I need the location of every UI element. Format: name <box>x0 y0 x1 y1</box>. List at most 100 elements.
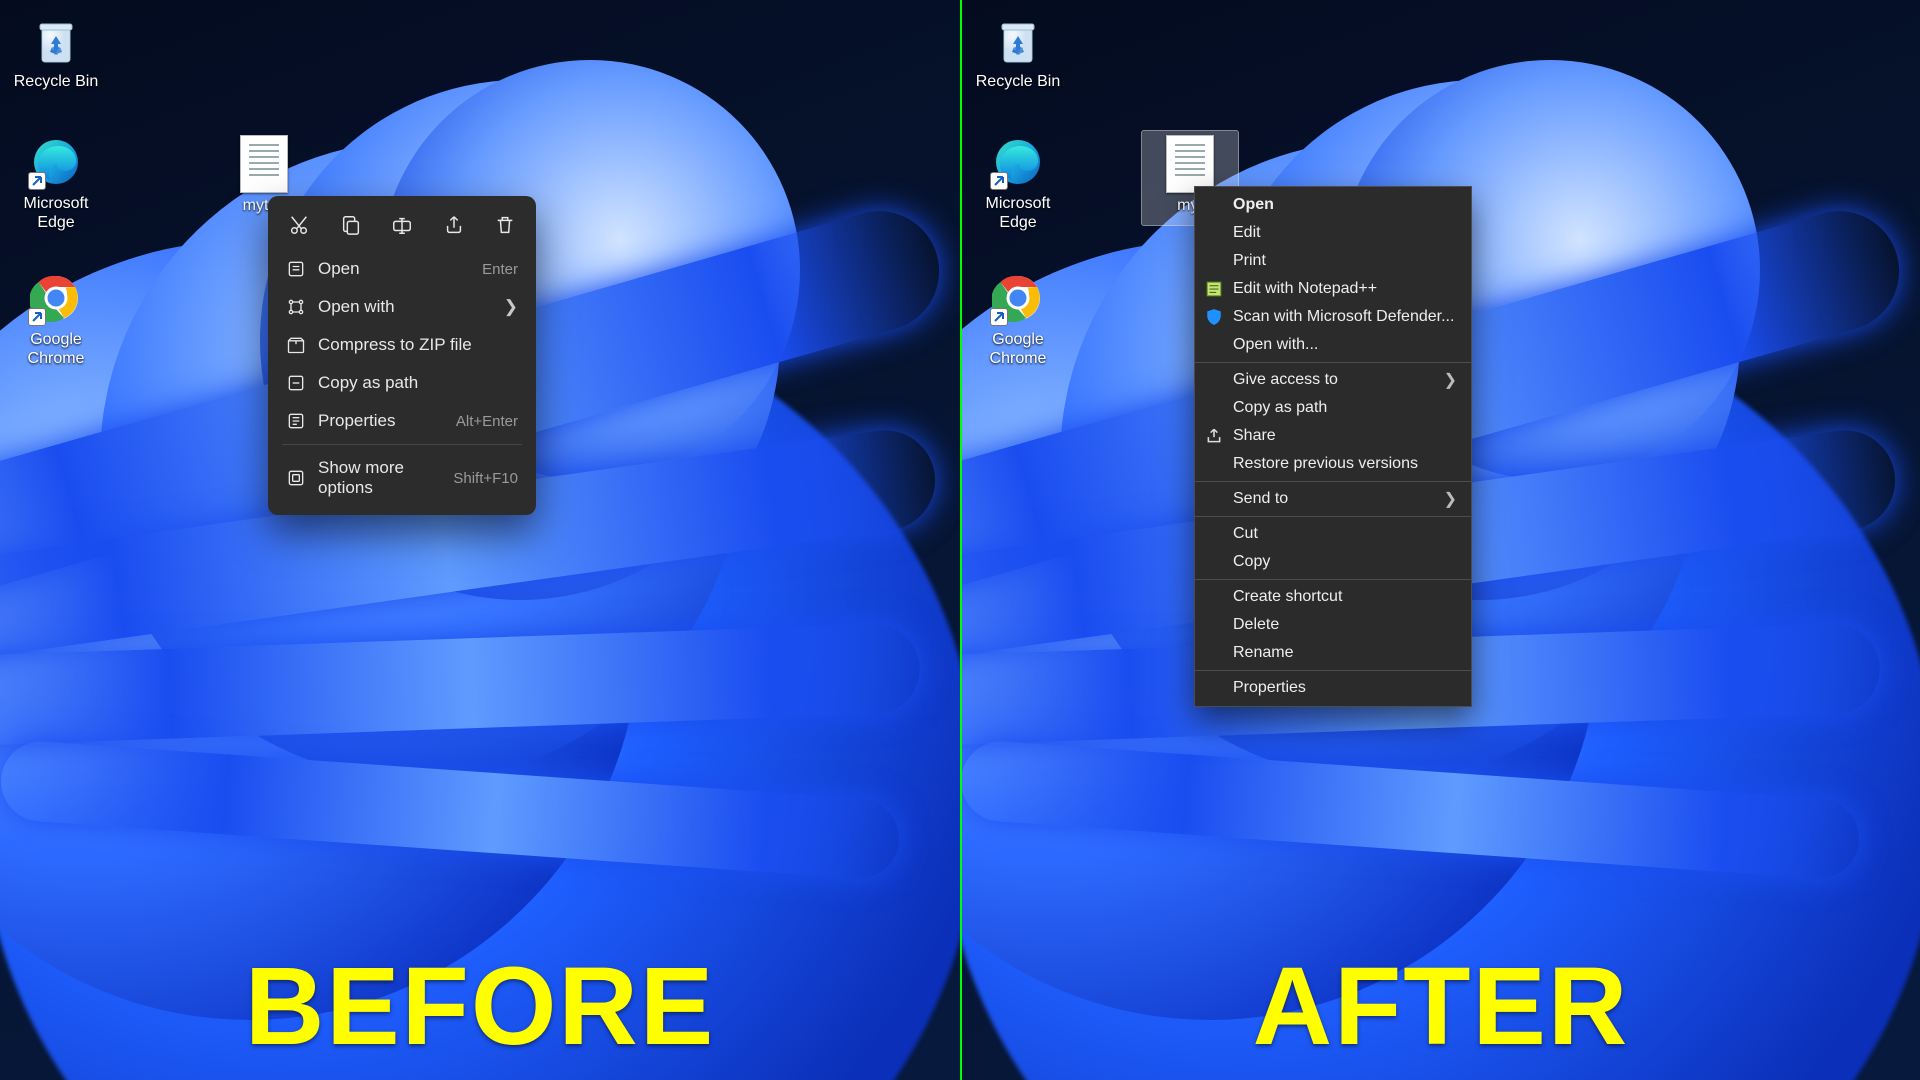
menu-separator <box>1195 670 1471 671</box>
menu-item-copy-as-path[interactable]: Copy as path <box>276 364 528 402</box>
zip-icon <box>286 335 306 355</box>
menu-item-label: Give access to <box>1233 371 1434 389</box>
share-icon <box>1205 427 1223 445</box>
menu-item-label: Open with... <box>1233 336 1457 354</box>
text-file-icon <box>1162 136 1218 192</box>
rename-button[interactable] <box>385 208 419 242</box>
desktop-icon-label: Microsoft Edge <box>968 194 1068 232</box>
menu-item-label: Delete <box>1233 616 1457 634</box>
desktop-icon-label: Microsoft Edge <box>6 194 106 232</box>
menu-item-properties[interactable]: Properties Alt+Enter <box>276 402 528 440</box>
desktop-icon-edge[interactable]: Microsoft Edge <box>6 134 106 232</box>
edge-icon <box>28 134 84 190</box>
desktop-icon-chrome[interactable]: Google Chrome <box>968 270 1068 368</box>
menu-item-label: Copy as path <box>1233 399 1457 417</box>
chrome-icon <box>28 270 84 326</box>
menu-item-copy-as-path[interactable]: Copy as path <box>1195 394 1471 422</box>
panel-after: Recycle Bin Microsoft Edge Google Chrome… <box>960 0 1920 1080</box>
open-icon <box>286 259 306 279</box>
menu-separator <box>1195 481 1471 482</box>
menu-item-label: Edit <box>1233 224 1457 242</box>
context-menu-win11: Open Enter Open with ❯ Compress to ZIP f… <box>268 196 536 515</box>
shortcut-overlay-icon <box>990 172 1008 190</box>
menu-item-label: Properties <box>1233 679 1457 697</box>
text-file-icon <box>236 136 292 192</box>
menu-item-label: Properties <box>318 411 444 431</box>
edge-icon <box>990 134 1046 190</box>
menu-item-shortcut: Enter <box>482 261 518 278</box>
chevron-right-icon: ❯ <box>504 297 518 317</box>
menu-separator <box>1195 362 1471 363</box>
panel-before: Recycle Bin Microsoft Edge Google Chrome… <box>0 0 960 1080</box>
menu-item-open-with[interactable]: Open with ❯ <box>276 288 528 326</box>
menu-separator <box>282 444 522 445</box>
menu-item-label: Share <box>1233 427 1457 445</box>
context-menu-classic: Open Edit Print Edit with Notepad++ Scan… <box>1194 186 1472 707</box>
menu-item-label: Rename <box>1233 644 1457 662</box>
menu-item-show-more[interactable]: Show more options Shift+F10 <box>276 449 528 507</box>
menu-item-label: Show more options <box>318 458 441 498</box>
menu-item-label: Copy <box>1233 553 1457 571</box>
menu-item-rename[interactable]: Rename <box>1195 639 1471 667</box>
menu-item-edit-notepadpp[interactable]: Edit with Notepad++ <box>1195 275 1471 303</box>
menu-item-edit[interactable]: Edit <box>1195 219 1471 247</box>
menu-item-label: Restore previous versions <box>1233 455 1457 473</box>
wallpaper-left <box>0 0 960 1080</box>
menu-item-create-shortcut[interactable]: Create shortcut <box>1195 583 1471 611</box>
menu-item-label: Print <box>1233 252 1457 270</box>
context-menu-action-bar <box>276 204 528 250</box>
menu-item-scan-defender[interactable]: Scan with Microsoft Defender... <box>1195 303 1471 331</box>
cut-button[interactable] <box>282 208 316 242</box>
show-more-icon <box>286 468 306 488</box>
menu-item-label: Edit with Notepad++ <box>1233 280 1457 298</box>
delete-button[interactable] <box>488 208 522 242</box>
menu-item-label: Send to <box>1233 490 1434 508</box>
menu-item-label: Cut <box>1233 525 1457 543</box>
desktop-icon-recycle-bin[interactable]: Recycle Bin <box>968 12 1068 91</box>
menu-item-label: Open <box>318 259 470 279</box>
menu-item-label: Open with <box>318 297 492 317</box>
menu-item-label: Scan with Microsoft Defender... <box>1233 308 1457 326</box>
desktop-icon-label: Google Chrome <box>6 330 106 368</box>
open-with-icon <box>286 297 306 317</box>
menu-item-give-access[interactable]: Give access to ❯ <box>1195 366 1471 394</box>
properties-icon <box>286 411 306 431</box>
desktop-icon-label: Recycle Bin <box>976 72 1060 91</box>
menu-item-open[interactable]: Open <box>1195 191 1471 219</box>
copy-button[interactable] <box>334 208 368 242</box>
menu-item-send-to[interactable]: Send to ❯ <box>1195 485 1471 513</box>
menu-item-print[interactable]: Print <box>1195 247 1471 275</box>
chevron-right-icon: ❯ <box>1444 370 1457 390</box>
menu-item-shortcut: Shift+F10 <box>453 470 518 487</box>
menu-item-cut[interactable]: Cut <box>1195 520 1471 548</box>
recycle-bin-icon <box>990 12 1046 68</box>
menu-item-label: Create shortcut <box>1233 588 1457 606</box>
menu-item-label: Compress to ZIP file <box>318 335 518 355</box>
desktop-icon-chrome[interactable]: Google Chrome <box>6 270 106 368</box>
shortcut-overlay-icon <box>28 308 46 326</box>
desktop-icon-label: Recycle Bin <box>14 72 98 91</box>
menu-item-share[interactable]: Share <box>1195 422 1471 450</box>
menu-item-properties[interactable]: Properties <box>1195 674 1471 702</box>
menu-item-copy[interactable]: Copy <box>1195 548 1471 576</box>
caption-before: BEFORE <box>245 943 715 1070</box>
menu-item-delete[interactable]: Delete <box>1195 611 1471 639</box>
shortcut-overlay-icon <box>28 172 46 190</box>
menu-item-label: Open <box>1233 196 1457 214</box>
defender-shield-icon <box>1205 308 1223 326</box>
copy-path-icon <box>286 373 306 393</box>
caption-after: AFTER <box>1253 943 1630 1070</box>
desktop-icon-label: Google Chrome <box>968 330 1068 368</box>
share-button[interactable] <box>437 208 471 242</box>
recycle-bin-icon <box>28 12 84 68</box>
desktop-icon-recycle-bin[interactable]: Recycle Bin <box>6 12 106 91</box>
menu-item-restore-versions[interactable]: Restore previous versions <box>1195 450 1471 478</box>
chrome-icon <box>990 270 1046 326</box>
menu-separator <box>1195 579 1471 580</box>
menu-item-compress-zip[interactable]: Compress to ZIP file <box>276 326 528 364</box>
menu-item-open-with[interactable]: Open with... <box>1195 331 1471 359</box>
shortcut-overlay-icon <box>990 308 1008 326</box>
desktop-icon-edge[interactable]: Microsoft Edge <box>968 134 1068 232</box>
menu-item-shortcut: Alt+Enter <box>456 413 518 430</box>
menu-item-open[interactable]: Open Enter <box>276 250 528 288</box>
